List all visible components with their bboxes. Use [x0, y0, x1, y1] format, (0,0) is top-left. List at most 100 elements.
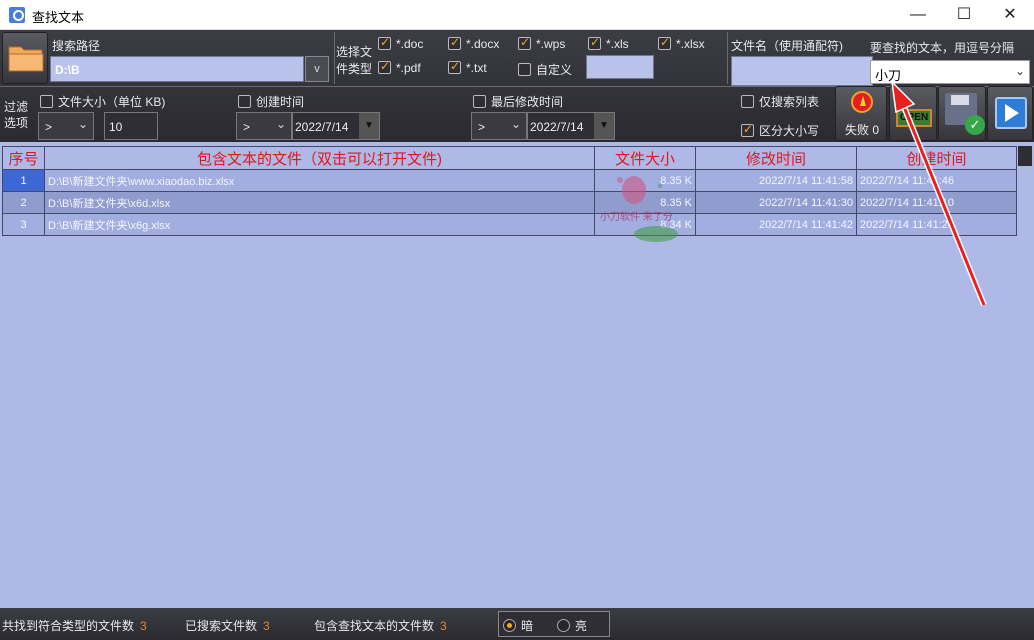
filesize-label: 文件大小（单位 KB): [58, 95, 166, 109]
row-file: D:\B\新建文件夹\x6g.xlsx: [44, 213, 595, 236]
modified-date-value: 2022/7/14: [530, 120, 584, 134]
checkbox-box: [518, 35, 531, 50]
column-header-size[interactable]: 文件大小: [594, 146, 696, 170]
search-text-label: 要查找的文本，用逗号分隔: [870, 41, 1015, 55]
path-dropdown-button[interactable]: v: [305, 56, 329, 82]
checkbox-box: [378, 59, 391, 74]
window-title: 查找文本: [32, 10, 85, 25]
table-row[interactable]: 1 D:\B\新建文件夹\www.xiaodao.biz.xlsx 8.35 K…: [2, 169, 1017, 192]
type-custom-checkbox[interactable]: 自定义: [518, 61, 572, 78]
row-index: 3: [2, 213, 45, 236]
operator-value: >: [45, 120, 53, 134]
modified-date-picker[interactable]: 2022/7/14 ▼: [527, 112, 615, 140]
created-date-value: 2022/7/14: [295, 120, 349, 134]
theme-light-radio[interactable]: 亮: [557, 617, 587, 634]
matching-files-status: 包含查找文本的文件数 3: [314, 617, 447, 634]
calendar-dropdown-icon[interactable]: ▼: [359, 113, 379, 139]
search-path-input[interactable]: D:\B: [50, 56, 304, 82]
checkbox-box: [238, 95, 251, 108]
row-modified: 2022/7/14 11:41:30: [695, 191, 857, 214]
open-sign-icon: OPEN: [896, 109, 932, 127]
table-header-row: 序号 包含文本的文件（双击可以打开文件) 文件大小 修改时间 创建时间: [2, 146, 1017, 170]
vertical-scrollbar[interactable]: [1018, 146, 1032, 166]
type-label: 自定义: [536, 63, 573, 77]
chevron-down-icon: ⌄: [77, 117, 88, 131]
type-txt-checkbox[interactable]: *.txt: [448, 59, 487, 75]
custom-extension-input[interactable]: [586, 55, 654, 79]
type-doc-checkbox[interactable]: *.doc: [378, 35, 424, 51]
checkbox-box: [741, 95, 754, 108]
column-header-modified[interactable]: 修改时间: [695, 146, 857, 170]
close-button[interactable]: ✕: [987, 0, 1033, 30]
chevron-down-icon[interactable]: ⌄: [1015, 64, 1025, 78]
maximize-button[interactable]: ☐: [941, 0, 987, 30]
type-label: *.txt: [466, 61, 487, 75]
case-sensitive-label: 区分大小写: [759, 124, 820, 138]
table-row[interactable]: 2 D:\B\新建文件夹\x6d.xlsx 8.35 K 2022/7/14 1…: [2, 191, 1017, 214]
row-modified: 2022/7/14 11:41:42: [695, 213, 857, 236]
type-label: *.doc: [396, 37, 424, 51]
filesize-operator-select[interactable]: > ⌄: [38, 112, 94, 140]
row-file: D:\B\新建文件夹\www.xiaodao.biz.xlsx: [44, 169, 595, 192]
list-only-label: 仅搜索列表: [759, 95, 820, 109]
row-index: 2: [2, 191, 45, 214]
type-label: *.xlsx: [676, 37, 705, 51]
list-only-checkbox[interactable]: 仅搜索列表: [741, 93, 819, 110]
save-button[interactable]: ✓: [938, 86, 986, 141]
type-pdf-checkbox[interactable]: *.pdf: [378, 59, 421, 75]
open-button[interactable]: OPEN: [889, 86, 937, 141]
warning-icon: [851, 91, 873, 113]
chevron-down-icon: ⌄: [510, 117, 521, 131]
column-header-created[interactable]: 创建时间: [856, 146, 1017, 170]
minimize-button[interactable]: —: [895, 0, 941, 30]
row-size: 8.34 K: [594, 213, 696, 236]
type-xlsx-checkbox[interactable]: *.xlsx: [658, 35, 705, 51]
results-table: 序号 包含文本的文件（双击可以打开文件) 文件大小 修改时间 创建时间 1 D:…: [2, 146, 1017, 236]
type-wps-checkbox[interactable]: *.wps: [518, 35, 566, 51]
checkbox-box: [588, 35, 601, 50]
filesize-checkbox[interactable]: 文件大小（单位 KB): [40, 93, 165, 110]
contain-count: 3: [440, 619, 447, 633]
filename-input[interactable]: [731, 56, 873, 86]
search-text-value: 小刀: [875, 68, 902, 83]
filesize-input[interactable]: 10: [104, 112, 158, 140]
checkbox-box: [741, 122, 754, 137]
column-header-index[interactable]: 序号: [2, 146, 45, 170]
type-xls-checkbox[interactable]: *.xls: [588, 35, 629, 51]
theme-dark-radio[interactable]: 暗: [503, 617, 533, 634]
contain-label: 包含查找文本的文件数: [314, 619, 435, 633]
search-text-input[interactable]: 小刀 ⌄: [870, 60, 1030, 84]
chevron-down-icon: ⌄: [275, 117, 286, 131]
created-operator-select[interactable]: > ⌄: [236, 112, 292, 140]
filename-label: 文件名（使用通配符): [731, 39, 843, 53]
theme-switcher: 暗 亮: [498, 611, 610, 637]
row-size: 8.35 K: [594, 169, 696, 192]
searched-label: 已搜索文件数: [185, 619, 258, 633]
checkmark-icon: ✓: [965, 115, 985, 135]
created-time-checkbox[interactable]: 创建时间: [238, 93, 304, 110]
searched-count: 3: [263, 619, 270, 633]
table-row[interactable]: 3 D:\B\新建文件夹\x6g.xlsx 8.34 K 2022/7/14 1…: [2, 213, 1017, 236]
filter-label-1: 过滤: [4, 100, 29, 114]
created-date-picker[interactable]: 2022/7/14 ▼: [292, 112, 380, 140]
failed-count-button[interactable]: 失败 0: [835, 86, 887, 141]
start-search-button[interactable]: [987, 86, 1033, 141]
app-icon: [9, 7, 25, 23]
searched-files-status: 已搜索文件数 3: [185, 617, 270, 634]
browse-folder-button[interactable]: [2, 32, 48, 84]
checkbox-box: [378, 35, 391, 50]
checkbox-box: [448, 59, 461, 74]
column-header-file[interactable]: 包含文本的文件（双击可以打开文件): [44, 146, 595, 170]
modified-time-checkbox[interactable]: 最后修改时间: [473, 93, 563, 110]
modified-operator-select[interactable]: > ⌄: [471, 112, 527, 140]
row-modified: 2022/7/14 11:41:58: [695, 169, 857, 192]
type-label: *.wps: [536, 37, 566, 51]
filter-label-2: 选项: [4, 116, 29, 130]
found-label: 共找到符合类型的文件数: [2, 619, 135, 633]
type-docx-checkbox[interactable]: *.docx: [448, 35, 500, 51]
type-label: *.docx: [466, 37, 500, 51]
row-file: D:\B\新建文件夹\x6d.xlsx: [44, 191, 595, 214]
case-sensitive-checkbox[interactable]: 区分大小写: [741, 122, 819, 139]
calendar-dropdown-icon[interactable]: ▼: [594, 113, 614, 139]
theme-light-label: 亮: [575, 619, 588, 633]
